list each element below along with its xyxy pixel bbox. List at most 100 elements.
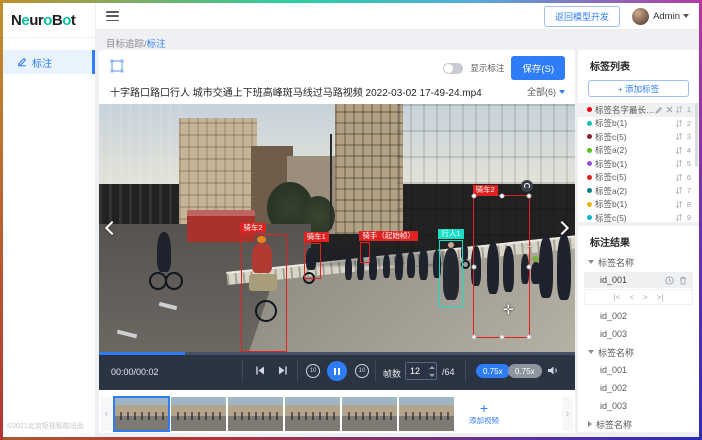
result-item[interactable]: id_002 [578,379,699,397]
label-name: 标签b(1) [595,117,675,129]
breadcrumb-parent[interactable]: 目标追踪 [106,39,144,50]
delete-icon[interactable] [666,106,673,113]
sort-icon[interactable] [675,173,683,182]
label-color-dot [587,161,592,166]
pause-button[interactable] [327,361,347,381]
label-row[interactable]: 标签b(1) 2 [578,117,699,131]
resize-handle[interactable] [499,194,504,199]
label-row[interactable]: 标签c(5) 6 [578,171,699,185]
sort-icon[interactable] [675,146,683,155]
edit-icon[interactable] [655,106,663,114]
result-group-header[interactable]: 标签名称 [578,253,699,271]
sort-icon[interactable] [675,186,683,195]
sort-icon[interactable] [675,119,683,128]
thumbnail-strip: ‹ + 添加视频 › [99,396,575,432]
resize-handle[interactable] [527,335,532,340]
result-item[interactable]: id_003 [578,397,699,415]
prev-frame-icon[interactable]: < [629,293,634,302]
menu-collapse-icon[interactable] [106,11,119,21]
sort-icon[interactable] [675,159,683,168]
forward-10-icon[interactable]: 10 [355,364,369,378]
sort-icon[interactable] [675,132,683,141]
label-row[interactable]: 标签b(1) 5 [578,157,699,171]
history-icon[interactable] [665,276,674,285]
label-row[interactable]: 标签a(2) 7 [578,184,699,198]
save-button[interactable]: 保存(S) [511,56,565,80]
label-row[interactable]: 标签c(5) 3 [578,130,699,144]
thumbnail[interactable] [399,397,454,431]
result-item[interactable]: id_003 [578,325,699,343]
add-video-button[interactable]: + 添加视频 [456,397,512,431]
result-id: id_002 [600,311,627,321]
label-color-dot [587,134,592,139]
thumbs-prev-chevron[interactable]: ‹ [101,397,112,431]
sidebar-item-label: 标注 [32,55,52,70]
avatar[interactable] [632,8,649,25]
scrollbar-thumb[interactable] [695,103,698,167]
filter-dropdown[interactable]: 全部(6) [527,85,565,98]
progress-bar[interactable] [99,352,575,355]
rect-select-tool-icon[interactable] [109,58,125,74]
user-menu[interactable]: Admin [653,11,689,22]
bbox[interactable]: 骑车2 [241,234,287,352]
bbox-selected[interactable]: 骑车2 [473,195,530,338]
bbox[interactable]: 行人1 [439,240,463,307]
label-row[interactable]: 标签c(5) 9 [578,211,699,225]
thumbnail[interactable] [342,397,397,431]
resize-handle[interactable] [472,335,477,340]
thumbnail[interactable] [171,397,226,431]
result-item[interactable]: id_002 [578,307,699,325]
thumbnail[interactable] [228,397,283,431]
volume-icon[interactable] [547,365,559,376]
sidebar-item-annotate[interactable]: 标注 [3,50,95,74]
resize-handle[interactable] [527,194,532,199]
trash-icon[interactable] [679,276,687,285]
thumbnail[interactable] [114,397,169,431]
label-row[interactable]: 标签b(1) 8 [578,198,699,212]
last-frame-icon[interactable]: >| [657,293,664,302]
result-item[interactable]: id_001 [584,272,693,288]
speed-pill-active[interactable]: 0.75x [476,364,510,378]
bbox[interactable]: 骑车1 [304,243,321,279]
resize-handle[interactable] [472,264,477,269]
resize-handle[interactable] [499,335,504,340]
logo-letter: N [11,12,21,29]
chevron-right-icon [588,421,592,427]
label-color-dot [587,175,592,180]
resize-handle[interactable] [527,264,532,269]
sort-icon[interactable] [675,200,683,209]
frame-pager: |< < > >| [584,289,693,305]
sort-icon[interactable] [675,213,683,222]
logo-letter: o [62,12,71,29]
label-name: 标签c(5) [595,131,675,143]
move-cursor-icon: ✛ [503,302,514,318]
thumbnail[interactable] [285,397,340,431]
sort-icon[interactable] [675,105,683,114]
prev-frame-icon[interactable] [255,365,266,376]
results-panel: 标注结果 标签名称id_001 |<<>>|id_002id_003标签名称id… [578,226,699,432]
label-name: 标签a(2) [595,144,675,156]
pencil-icon [17,57,27,67]
back-to-model-dev-button[interactable]: 返回模型开发 [544,6,620,27]
next-frame-icon[interactable] [277,365,288,376]
result-item[interactable]: id_001 [578,361,699,379]
rotate-handle-icon[interactable] [521,180,533,192]
rewind-10-icon[interactable]: 10 [306,364,320,378]
next-frame-icon[interactable]: > [643,293,648,302]
speed-pill-secondary[interactable]: 0.75x [508,364,542,378]
label-row[interactable]: 标签a(2) 4 [578,144,699,158]
label-row[interactable]: 标签名字最长数... 1 [578,103,699,117]
first-frame-icon[interactable]: |< [614,293,621,302]
label-index: 4 [687,146,691,155]
add-label-button[interactable]: + 添加标签 [588,80,689,97]
video-canvas[interactable]: 骑车2骑车1骑手（起始帧）行人1骑车2 ✛ ↔ [99,104,575,352]
result-group-header[interactable]: 标签名称 [578,343,699,361]
frame-stepper[interactable] [427,363,436,379]
resize-handle[interactable] [472,194,477,199]
thumbs-next-chevron[interactable]: › [562,397,573,431]
label-name: 标签a(2) [595,185,675,197]
filter-value: 全部(6) [527,85,556,98]
bbox[interactable]: 骑手（起始帧） [360,242,370,263]
show-annotation-toggle[interactable] [443,63,463,74]
result-group-header[interactable]: 标签名称 [578,415,699,433]
